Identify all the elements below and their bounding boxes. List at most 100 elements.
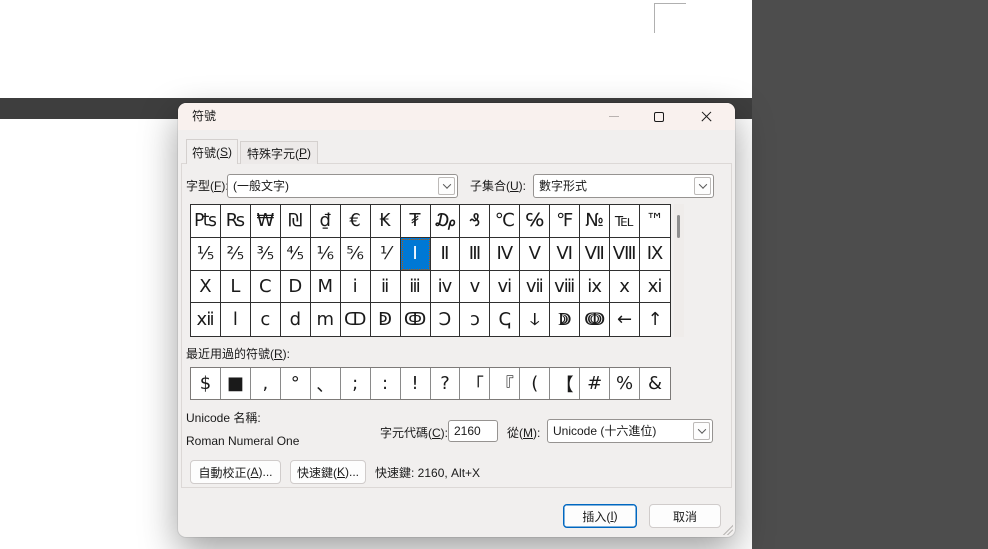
symbol-cell[interactable]: ⅟ bbox=[371, 238, 401, 271]
symbol-cell[interactable]: ⅗ bbox=[251, 238, 281, 271]
symbol-cell[interactable]: ⅕ bbox=[191, 238, 221, 271]
maximize-button[interactable] bbox=[639, 103, 679, 130]
dialog-titlebar[interactable]: 符號 bbox=[178, 103, 735, 130]
symbol-cell[interactable]: ⅵ bbox=[490, 271, 520, 304]
symbol-cell[interactable]: ⅿ bbox=[311, 303, 341, 336]
symbol-cell[interactable]: ⅴ bbox=[460, 271, 490, 304]
symbol-cell[interactable]: ⅰ bbox=[341, 271, 371, 304]
symbol-cell[interactable]: Ↄ bbox=[431, 303, 461, 336]
tab-special-characters[interactable]: 特殊字元(P) bbox=[240, 141, 318, 164]
symbol-cell[interactable]: ⅚ bbox=[341, 238, 371, 271]
scrollbar-thumb[interactable] bbox=[677, 215, 680, 238]
subset-select-dropdown[interactable] bbox=[694, 177, 711, 195]
recent-symbol-cell[interactable]: # bbox=[580, 368, 610, 399]
symbol-cell[interactable]: Ⅴ bbox=[520, 238, 550, 271]
symbol-cell[interactable]: № bbox=[580, 205, 610, 238]
symbol-cell[interactable]: ℅ bbox=[520, 205, 550, 238]
symbol-cell[interactable]: ₫ bbox=[311, 205, 341, 238]
symbol-cell[interactable]: Ⅹ bbox=[191, 271, 221, 304]
symbol-cell[interactable]: Ⅷ bbox=[610, 238, 640, 271]
symbol-cell[interactable]: ↂ bbox=[401, 303, 431, 336]
symbol-cell[interactable]: ⅶ bbox=[520, 271, 550, 304]
symbol-cell[interactable]: ↅ bbox=[490, 303, 520, 336]
symbol-cell[interactable]: Ⅶ bbox=[580, 238, 610, 271]
symbol-cell[interactable]: ↇ bbox=[550, 303, 580, 336]
symbol-cell[interactable]: ™ bbox=[640, 205, 670, 238]
recent-symbol-cell[interactable]: : bbox=[371, 368, 401, 399]
symbol-cell[interactable]: ↁ bbox=[371, 303, 401, 336]
symbol-cell[interactable]: Ⅵ bbox=[550, 238, 580, 271]
symbol-cell[interactable]: ₮ bbox=[401, 205, 431, 238]
from-select-dropdown[interactable] bbox=[693, 422, 710, 440]
recent-symbol-cell[interactable]: ; bbox=[341, 368, 371, 399]
symbol-cell[interactable]: ℉ bbox=[550, 205, 580, 238]
symbol-cell[interactable]: ⅾ bbox=[281, 303, 311, 336]
recent-symbol-cell[interactable]: % bbox=[610, 368, 640, 399]
symbol-cell[interactable]: ⅻ bbox=[191, 303, 221, 336]
symbol-cell[interactable]: ↀ bbox=[341, 303, 371, 336]
tab-symbols[interactable]: 符號(S) bbox=[186, 139, 238, 164]
from-select[interactable]: Unicode (十六進位) bbox=[547, 419, 713, 443]
symbol-cell[interactable]: ↑ bbox=[640, 303, 670, 336]
symbol-cell[interactable]: ⅖ bbox=[221, 238, 251, 271]
close-button[interactable] bbox=[686, 103, 726, 130]
symbol-cell[interactable]: ₯ bbox=[431, 205, 461, 238]
symbol-cell[interactable]: Ⅿ bbox=[311, 271, 341, 304]
char-code-input[interactable]: 2160 bbox=[448, 420, 498, 442]
symbol-cell[interactable]: Ⅳ bbox=[490, 238, 520, 271]
recent-symbol-cell[interactable]: ° bbox=[281, 368, 311, 399]
recent-symbol-cell[interactable]: 『 bbox=[490, 368, 520, 399]
symbol-cell[interactable]: Ⅲ bbox=[460, 238, 490, 271]
symbol-cell[interactable]: Ⅾ bbox=[281, 271, 311, 304]
symbol-cell[interactable]: ↄ bbox=[460, 303, 490, 336]
symbol-cell[interactable]: Ⅸ bbox=[640, 238, 670, 271]
symbol-cell[interactable]: ⅙ bbox=[311, 238, 341, 271]
insert-button[interactable]: 插入(I) bbox=[563, 504, 637, 528]
symbol-cell[interactable]: ← bbox=[610, 303, 640, 336]
symbol-cell[interactable]: ⅺ bbox=[640, 271, 670, 304]
autocorrect-button[interactable]: 自動校正(A)... bbox=[190, 460, 281, 484]
resize-grip[interactable] bbox=[719, 521, 733, 535]
symbol-cell[interactable]: ↆ bbox=[520, 303, 550, 336]
symbol-cell[interactable]: ⅹ bbox=[610, 271, 640, 304]
symbol-cell[interactable]: ⅷ bbox=[550, 271, 580, 304]
symbol-cell[interactable]: ℃ bbox=[490, 205, 520, 238]
subset-select[interactable]: 數字形式 bbox=[533, 174, 714, 198]
symbol-cell[interactable]: ₭ bbox=[371, 205, 401, 238]
symbol-cell[interactable]: ₰ bbox=[460, 205, 490, 238]
symbol-cell[interactable]: ₩ bbox=[251, 205, 281, 238]
symbol-cell[interactable]: ↈ bbox=[580, 303, 610, 336]
font-select[interactable]: (一般文字) bbox=[227, 174, 458, 198]
symbol-cell[interactable]: € bbox=[341, 205, 371, 238]
recent-symbol-cell[interactable]: , bbox=[251, 368, 281, 399]
recent-symbol-cell[interactable]: ! bbox=[401, 368, 431, 399]
font-select-dropdown[interactable] bbox=[438, 177, 455, 195]
recent-symbol-cell[interactable]: ( bbox=[520, 368, 550, 399]
symbol-cell[interactable]: Ⅽ bbox=[251, 271, 281, 304]
symbol-cell[interactable]: Ⅼ bbox=[221, 271, 251, 304]
shortcut-key-button[interactable]: 快速鍵(K)... bbox=[290, 460, 366, 484]
recent-symbol-cell[interactable]: $ bbox=[191, 368, 221, 399]
symbol-cell[interactable]: Ⅱ bbox=[431, 238, 461, 271]
symbol-cell[interactable]: ⅳ bbox=[431, 271, 461, 304]
symbol-cell[interactable]: ⅽ bbox=[251, 303, 281, 336]
recent-symbol-cell[interactable]: & bbox=[640, 368, 670, 399]
symbol-cell[interactable]: ⅼ bbox=[221, 303, 251, 336]
cancel-button[interactable]: 取消 bbox=[649, 504, 721, 528]
recent-symbol-cell[interactable]: ? bbox=[431, 368, 461, 399]
recent-symbol-cell[interactable]: 、 bbox=[311, 368, 341, 399]
symbol-grid-scrollbar[interactable] bbox=[674, 204, 684, 337]
recent-symbol-cell[interactable]: ■ bbox=[221, 368, 251, 399]
symbol-cell[interactable]: Ⅰ bbox=[401, 238, 431, 271]
symbol-cell[interactable]: ₨ bbox=[221, 205, 251, 238]
symbol-cell[interactable]: ⅲ bbox=[401, 271, 431, 304]
symbol-cell[interactable]: ⅘ bbox=[281, 238, 311, 271]
symbol-cell[interactable]: ℡ bbox=[610, 205, 640, 238]
char-code-label: 字元代碼(C): bbox=[380, 425, 448, 441]
recent-symbol-cell[interactable]: 「 bbox=[460, 368, 490, 399]
symbol-cell[interactable]: ₪ bbox=[281, 205, 311, 238]
symbol-cell[interactable]: ⅸ bbox=[580, 271, 610, 304]
symbol-cell[interactable]: ₧ bbox=[191, 205, 221, 238]
symbol-cell[interactable]: ⅱ bbox=[371, 271, 401, 304]
recent-symbol-cell[interactable]: 【 bbox=[550, 368, 580, 399]
